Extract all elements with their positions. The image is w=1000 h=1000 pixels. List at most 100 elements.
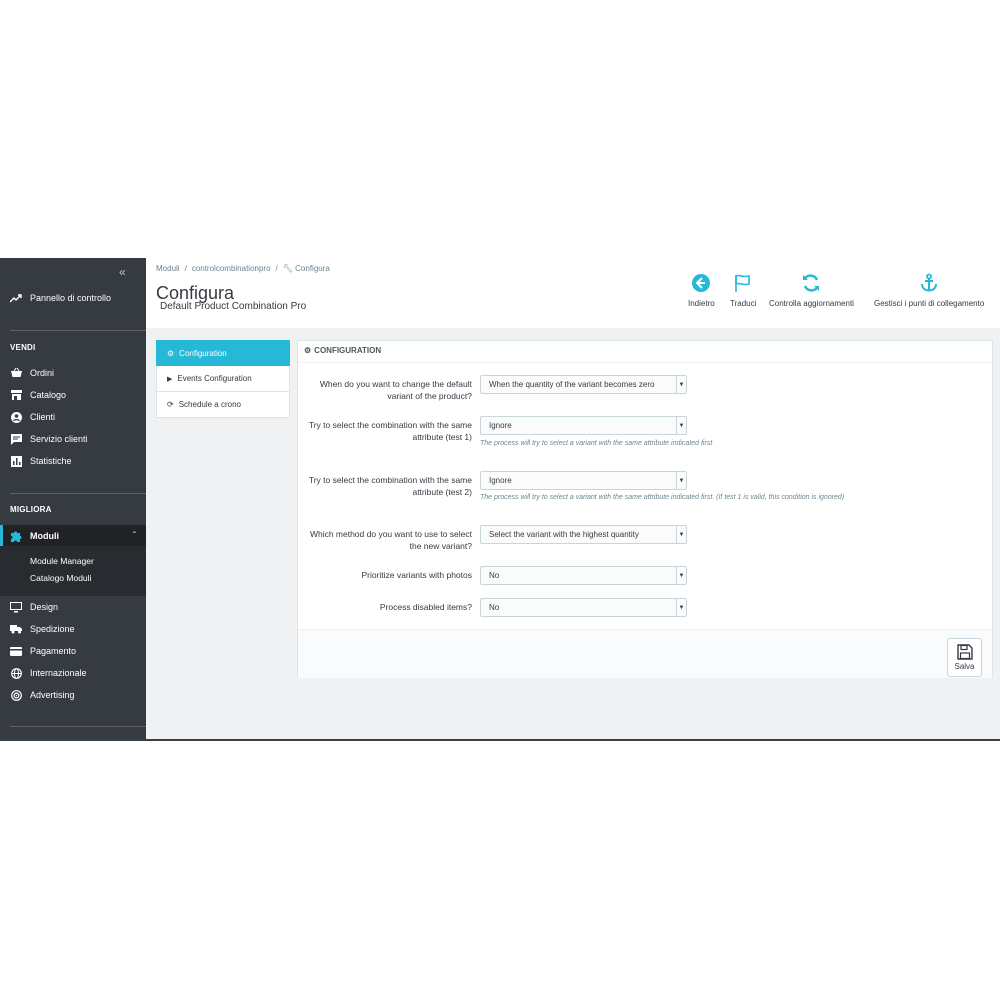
refresh-icon: ⟳︎ (167, 400, 174, 409)
sidebar-item-label: Statistiche (30, 456, 72, 466)
page-subtitle: Default Product Combination Pro (160, 301, 307, 312)
sidebar-item-label: Spedizione (30, 624, 75, 634)
select-value: No (489, 603, 500, 612)
same-attribute-test2-select[interactable]: Ignore ▼ (480, 471, 687, 490)
sidebar-item-customers[interactable]: Clienti (10, 411, 55, 423)
same-attribute-test1-select[interactable]: Ignore ▼ (480, 416, 687, 435)
breadcrumb-module[interactable]: controlcombinationpro (192, 264, 271, 273)
caret-down-icon: ▼ (676, 526, 686, 543)
sidebar-item-stats[interactable]: Statistiche (10, 455, 72, 467)
cogs-icon: ⚙︎ (304, 346, 312, 355)
translate-button[interactable]: Traduci (730, 273, 756, 308)
sidebar-item-label: Internazionale (30, 668, 87, 678)
manage-hooks-label: Gestisci i punti di collegamento (874, 299, 985, 308)
translate-label: Traduci (730, 299, 757, 308)
sidebar-item-label: Pagamento (30, 646, 77, 656)
field-label: Try to select the combination with the s… (308, 475, 472, 497)
collapse-sidebar-icon[interactable]: « (119, 265, 126, 279)
field-label: Which method do you want to use to selec… (309, 529, 472, 551)
config-tabs: ⚙︎ Configuration ▶︎ Events Configuration… (156, 340, 290, 418)
tab-configuration[interactable]: ⚙︎ Configuration (156, 340, 290, 366)
anchor-icon (921, 273, 938, 292)
basket-icon (10, 367, 22, 379)
sidebar-item-design[interactable]: Design (10, 601, 58, 613)
sidebar-item-advertising[interactable]: Advertising (10, 689, 75, 701)
tab-schedule-crono[interactable]: ⟳︎ Schedule a crono (156, 392, 290, 418)
caret-down-icon: ▼ (676, 417, 686, 434)
trending-up-icon (10, 294, 22, 303)
sidebar-item-dashboard[interactable]: Pannello di controllo (10, 293, 111, 303)
field-label: Process disabled items? (379, 602, 472, 612)
breadcrumb: Moduli / controlcombinationpro / 🔧︎ Conf… (156, 264, 330, 273)
chat-icon (10, 433, 22, 445)
sidebar-item-customer-service[interactable]: Servizio clienti (10, 433, 88, 445)
sidebar-item-label: Ordini (30, 368, 55, 378)
truck-icon (10, 623, 22, 635)
sidebar-item-international[interactable]: Internazionale (10, 667, 87, 679)
select-value: When the quantity of the variant becomes… (489, 380, 655, 389)
gear-icon: ⚙︎ (167, 348, 175, 358)
panel-footer: Salva (298, 629, 992, 678)
page-header: Moduli / controlcombinationpro / 🔧︎ Conf… (146, 258, 1000, 328)
caret-down-icon: ▼ (676, 599, 686, 616)
target-icon (10, 689, 22, 701)
configuration-panel: ⚙︎ CONFIGURATION When do you want to cha… (297, 340, 993, 678)
sidebar-item-label: Servizio clienti (30, 434, 88, 444)
store-icon (10, 389, 22, 401)
caret-down-icon: ▼ (676, 472, 686, 489)
globe-icon (10, 667, 22, 679)
sidebar-item-orders[interactable]: Ordini (10, 367, 54, 379)
divider (10, 493, 146, 494)
puzzle-icon (10, 530, 22, 542)
back-button[interactable]: Indietro (688, 273, 715, 308)
section-title-improve: MIGLIORA (10, 505, 52, 514)
save-button[interactable]: Salva (947, 638, 982, 677)
sidebar-subitem-module-manager[interactable]: Module Manager (30, 556, 94, 566)
process-disabled-select[interactable]: No ▼ (480, 598, 687, 617)
selection-method-select[interactable]: Select the variant with the highest quan… (480, 525, 687, 544)
panel-heading: ⚙︎ CONFIGURATION (304, 346, 381, 355)
select-value: Ignore (489, 421, 512, 430)
field-label: Try to select the combination with the s… (308, 420, 472, 442)
help-text: The process will try to select a variant… (480, 440, 713, 447)
flag-icon (735, 274, 750, 292)
sidebar-item-label: Design (30, 602, 59, 612)
chevron-up-icon: ⌃ (131, 530, 138, 539)
arrow-left-circle-icon (692, 274, 711, 292)
back-label: Indietro (688, 299, 715, 308)
manage-hooks-button[interactable]: Gestisci i punti di collegamento (874, 273, 984, 308)
sidebar-item-label: Advertising (30, 690, 75, 700)
save-label: Salva (954, 662, 975, 671)
play-icon: ▶︎ (167, 375, 173, 383)
account-circle-icon (10, 411, 22, 423)
help-text: The process will try to select a variant… (480, 494, 845, 501)
sidebar-item-payment[interactable]: Pagamento (10, 645, 76, 657)
field-label: Prioritize variants with photos (361, 570, 472, 580)
breadcrumb-current-label: Configura (295, 264, 330, 273)
field-label: When do you want to change the default v… (319, 379, 472, 401)
sidebar-item-modules[interactable]: Moduli ⌃ (0, 525, 146, 546)
change-default-variant-select[interactable]: When the quantity of the variant becomes… (480, 375, 687, 394)
sidebar-item-label: Pannello di controllo (30, 293, 112, 303)
credit-card-icon (10, 645, 22, 657)
select-value: Select the variant with the highest quan… (489, 530, 639, 539)
sidebar: « Pannello di controllo VENDI Ordini Cat… (0, 258, 146, 741)
wrench-icon: 🔧︎ (282, 264, 293, 273)
sidebar-item-shipping[interactable]: Spedizione (10, 623, 75, 635)
bar-chart-icon (10, 455, 22, 467)
window-bottom-border (0, 739, 1000, 741)
section-title-sell: VENDI (10, 343, 36, 352)
active-indicator (0, 525, 3, 546)
select-value: Ignore (489, 476, 512, 485)
prioritize-photos-select[interactable]: No ▼ (480, 566, 687, 585)
check-updates-button[interactable]: Controlla aggiornamenti (769, 273, 854, 308)
admin-window: « Pannello di controllo VENDI Ordini Cat… (0, 258, 1000, 741)
sidebar-item-catalog[interactable]: Catalogo (10, 389, 66, 401)
tab-events-configuration[interactable]: ▶︎ Events Configuration (156, 366, 290, 392)
tab-label: Events Configuration (177, 374, 252, 383)
breadcrumb-current: 🔧︎ Configura (283, 264, 330, 273)
panel-title: CONFIGURATION (314, 346, 382, 355)
breadcrumb-modules[interactable]: Moduli (156, 264, 180, 273)
desktop-icon (10, 601, 22, 613)
sidebar-subitem-module-catalog[interactable]: Catalogo Moduli (30, 573, 91, 583)
